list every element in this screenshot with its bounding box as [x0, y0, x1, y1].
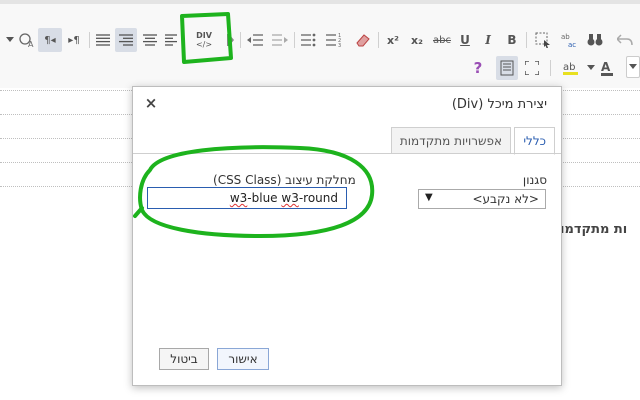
text-color-icon[interactable]: A — [598, 56, 616, 80]
underline-label: U — [460, 33, 470, 47]
select-all-icon[interactable] — [532, 28, 554, 52]
decrease-indent-icon[interactable] — [244, 28, 266, 52]
editor-toolbar: A ¶◂ ▸¶ DIV </> 1 2 3 x² x₂ abc U I B ab… — [0, 0, 640, 88]
eraser-icon[interactable] — [352, 28, 374, 52]
increase-indent-icon[interactable] — [269, 28, 291, 52]
highlight-color-icon[interactable]: ab — [560, 56, 582, 80]
show-blocks-icon[interactable] — [496, 56, 518, 80]
svg-text:A: A — [601, 60, 611, 74]
language-icon[interactable]: A — [16, 28, 38, 52]
toolbar-separator — [550, 60, 551, 76]
align-justify-icon[interactable] — [92, 28, 114, 52]
ltr-direction-label: ▸¶ — [68, 34, 80, 46]
svg-text:ab: ab — [561, 33, 570, 41]
toolbar-separator — [240, 32, 241, 48]
css-class-value-part: w3 — [229, 191, 248, 205]
svg-text:A: A — [28, 40, 34, 48]
tabs-divider — [133, 153, 561, 154]
cancel-button[interactable]: ביטול — [159, 348, 209, 370]
bulleted-list-icon[interactable] — [298, 28, 320, 52]
superscript-button[interactable]: x² — [382, 28, 404, 52]
tab-advanced[interactable]: אפשרויות מתקדמות — [390, 127, 511, 154]
undo-icon[interactable] — [614, 28, 636, 52]
maximize-icon[interactable] — [521, 56, 543, 80]
strikethrough-button[interactable]: abc — [430, 28, 454, 52]
div-label: DIV — [196, 31, 212, 40]
toolbar-separator — [526, 32, 527, 48]
style-select[interactable]: <לא נקבע> ▼ — [418, 189, 546, 209]
subscript-button[interactable]: x₂ — [406, 28, 428, 52]
underline-button[interactable]: U — [455, 28, 475, 52]
ok-button[interactable]: אישור — [217, 348, 269, 370]
style-select-value: <לא נקבע> — [472, 192, 539, 206]
toolbar-separator — [294, 32, 295, 48]
toolbar-row-1: A ¶◂ ▸¶ DIV </> 1 2 3 x² x₂ abc U I B ab… — [0, 26, 640, 54]
chevron-down-icon: ▼ — [425, 192, 433, 203]
code-brackets-icon: </> — [195, 40, 213, 49]
rtl-direction-label: ¶◂ — [44, 34, 56, 46]
align-left-icon[interactable] — [163, 28, 179, 52]
css-class-value-part: w3 — [281, 191, 299, 205]
svg-text:ab: ab — [563, 62, 575, 73]
toolbar-separator — [378, 32, 379, 48]
numbered-list-icon[interactable]: 123 — [323, 28, 345, 52]
top-border — [0, 0, 640, 4]
close-icon[interactable]: × — [143, 95, 159, 111]
help-label: ? — [473, 59, 483, 77]
rtl-direction-button[interactable]: ¶◂ — [38, 28, 62, 52]
css-class-value-part: -round — [298, 191, 338, 205]
svg-text:ac: ac — [568, 41, 576, 48]
highlight-dropdown-icon[interactable] — [586, 56, 596, 80]
find-binoculars-icon[interactable] — [584, 28, 606, 52]
toolbar-separator — [89, 32, 90, 48]
css-class-value: w3-blue w3-round — [230, 191, 338, 205]
editor-side-heading: ות מתקדמו — [560, 222, 628, 237]
dialog-title: יצירת מיכל (Div) — [451, 97, 547, 112]
strikethrough-label: abc — [433, 34, 451, 46]
css-class-label: מחלקת עיצוב (CSS Class) — [213, 173, 356, 187]
subscript-label: x₂ — [411, 33, 423, 47]
format-dropdown[interactable] — [626, 56, 640, 78]
ltr-direction-button[interactable]: ▸¶ — [62, 28, 86, 52]
toolbar-row-2: ? ab A — [0, 54, 640, 82]
bold-button[interactable]: B — [502, 28, 522, 52]
replace-icon[interactable]: ab ac — [558, 28, 582, 52]
dropdown-arrow-icon[interactable] — [4, 28, 16, 52]
css-class-value-part: -blue — [247, 191, 282, 205]
italic-label: I — [485, 33, 491, 47]
css-class-input[interactable]: w3-blue w3-round — [147, 187, 347, 209]
create-div-container-button[interactable]: DIV </> — [193, 28, 215, 52]
italic-button[interactable]: I — [478, 28, 498, 52]
anchor-icon[interactable] — [222, 28, 236, 52]
align-center-icon[interactable] — [139, 28, 161, 52]
style-label: סגנון — [522, 173, 547, 187]
bold-label: B — [507, 33, 517, 47]
superscript-label: x² — [387, 33, 399, 47]
create-div-dialog: × יצירת מיכל (Div) כללי אפשרויות מתקדמות… — [132, 86, 562, 386]
align-right-icon[interactable] — [115, 28, 137, 52]
help-button[interactable]: ? — [468, 56, 488, 80]
tab-general[interactable]: כללי — [514, 127, 555, 155]
svg-text:3: 3 — [338, 43, 341, 47]
